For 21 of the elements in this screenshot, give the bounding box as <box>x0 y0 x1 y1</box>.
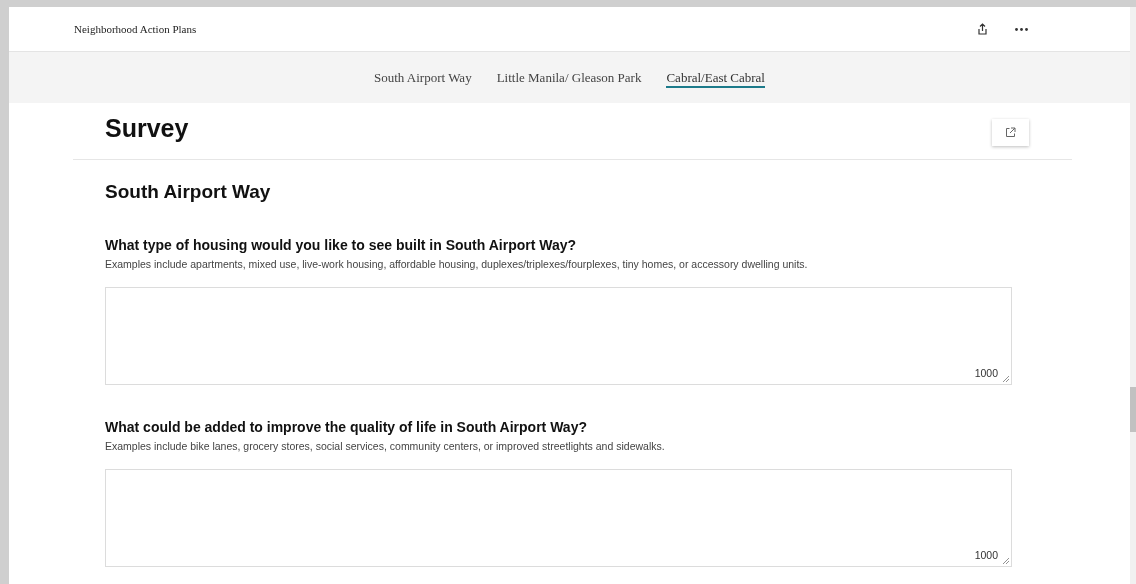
scrollbar[interactable] <box>1130 7 1136 584</box>
resize-handle-icon[interactable] <box>1003 376 1009 382</box>
open-new-window-button[interactable] <box>992 119 1029 146</box>
answer-box[interactable]: 1000 <box>105 469 1012 567</box>
more-icon <box>1014 27 1028 31</box>
nav-tab[interactable]: Cabral/East Cabral <box>666 67 765 88</box>
character-counter: 1000 <box>974 366 998 382</box>
question-hint: Examples include apartments, mixed use, live-work housing, affordable housing, duplexes/triplexes/fourplexes, tiny homes, or accessory dwelling units. <box>105 257 809 271</box>
nav-tab[interactable]: Little Manila/ Gleason Park <box>496 67 642 88</box>
question-hint: Examples include bike lanes, grocery stores, social services, community centers, or improved streetlights and sidewalks. <box>105 439 666 453</box>
section-title: South Airport Way <box>105 180 272 204</box>
resize-handle-icon[interactable] <box>1003 558 1009 564</box>
question-label: What could be added to improve the quality of life in South Airport Way? <box>105 418 588 436</box>
question-label: What type of housing would you like to see built in South Airport Way? <box>105 236 578 254</box>
share-icon <box>976 23 988 35</box>
page-title: Survey <box>105 113 189 143</box>
answer-box[interactable]: 1000 <box>105 287 1012 385</box>
nav-tab[interactable]: South Airport Way <box>374 67 472 88</box>
external-link-icon <box>1005 127 1016 138</box>
character-counter: 1000 <box>974 548 998 564</box>
site-title: Neighborhood Action Plans <box>74 21 197 37</box>
